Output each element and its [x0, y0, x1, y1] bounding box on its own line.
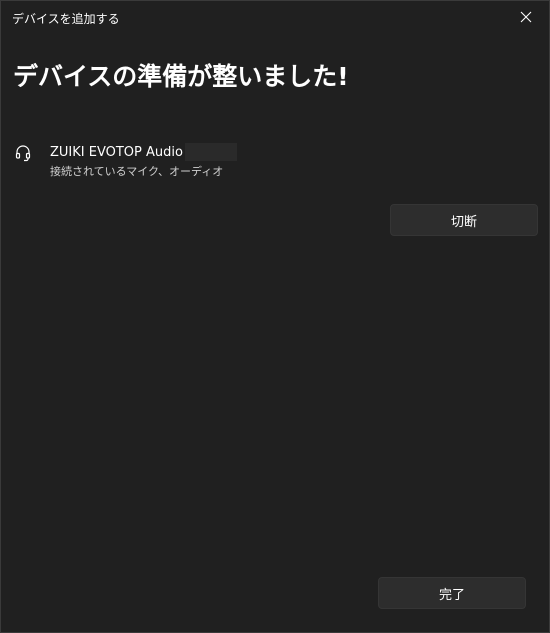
device-name: ZUIKI EVOTOP Audio: [50, 144, 183, 160]
disconnect-button[interactable]: 切断: [390, 204, 538, 236]
add-device-dialog: デバイスを追加する デバイスの準備が整いました! ZUIKI EVOTOP Au…: [0, 0, 550, 633]
headset-icon: [15, 145, 31, 162]
redacted-name-suffix: [184, 143, 237, 161]
device-name-row: ZUIKI EVOTOP Audio: [50, 143, 237, 161]
title-bar: デバイスを追加する: [1, 1, 549, 33]
device-status: 接続されているマイク、オーディオ: [50, 165, 224, 178]
done-button[interactable]: 完了: [378, 577, 526, 609]
close-button[interactable]: [503, 1, 549, 33]
close-icon: [520, 11, 532, 23]
page-title: デバイスの準備が整いました!: [13, 62, 349, 91]
window-title: デバイスを追加する: [12, 12, 120, 26]
